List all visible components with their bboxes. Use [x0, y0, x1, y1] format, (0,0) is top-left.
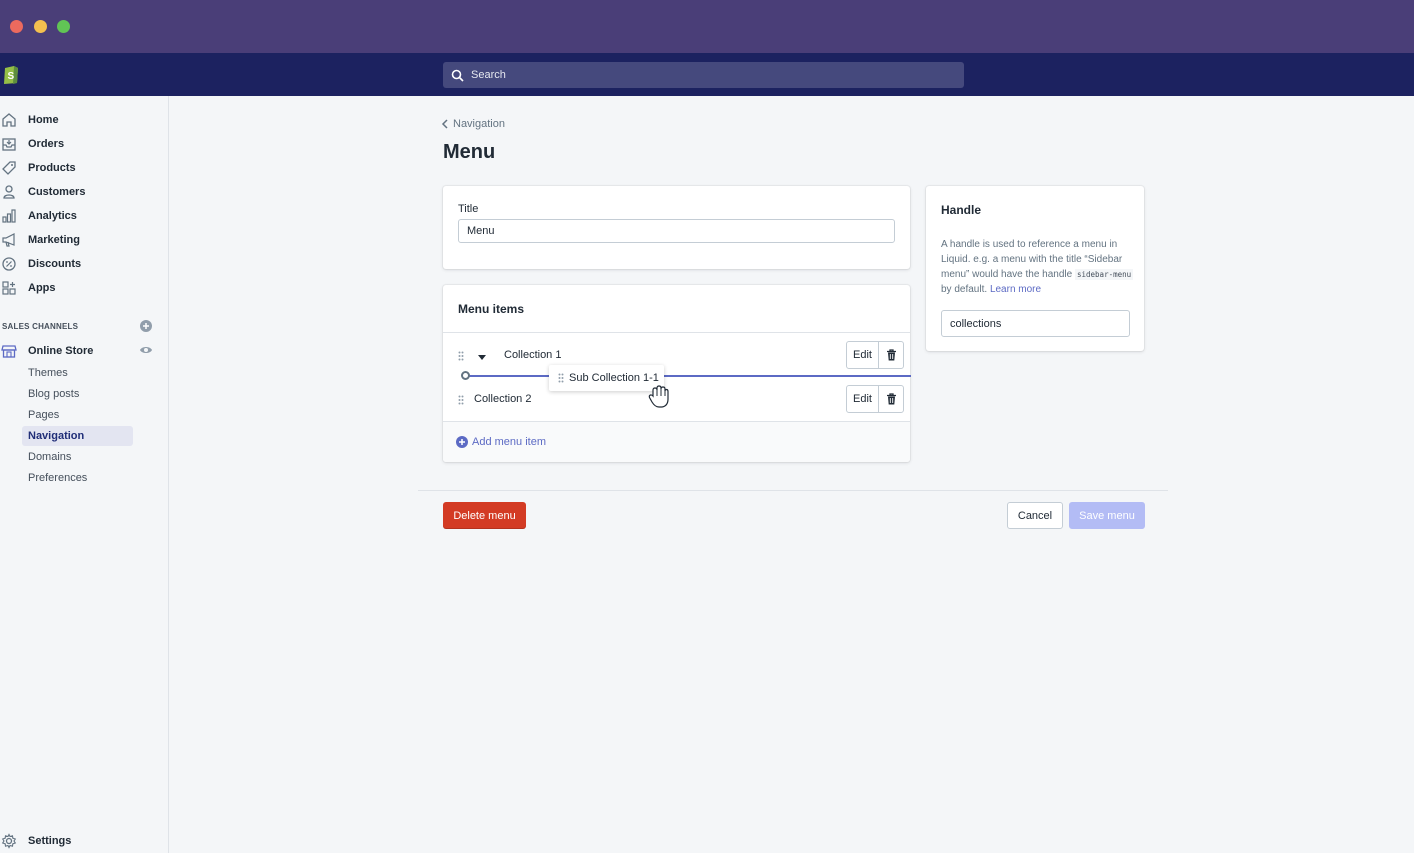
menu-items-heading: Menu items — [458, 302, 525, 316]
grab-cursor-icon — [647, 384, 671, 413]
edit-button[interactable]: Edit — [847, 342, 879, 368]
maximize-window-button[interactable] — [57, 20, 70, 33]
add-sales-channel-icon[interactable] — [140, 320, 152, 335]
search-bar[interactable]: Search — [443, 62, 964, 88]
tag-icon — [0, 158, 20, 178]
cancel-button[interactable]: Cancel — [1007, 502, 1063, 529]
divider — [418, 490, 1168, 491]
sidebar-subitem-pages[interactable]: Pages — [22, 405, 133, 425]
plus-circle-icon — [456, 436, 468, 448]
sidebar-item-marketing[interactable]: Marketing — [0, 230, 169, 250]
search-placeholder: Search — [471, 69, 506, 81]
sidebar-item-products[interactable]: Products — [0, 158, 169, 178]
divider — [443, 332, 910, 333]
handle-code-example: sidebar-menu — [1074, 269, 1134, 280]
store-icon — [0, 341, 20, 361]
handle-card: Handle A handle is used to reference a m… — [926, 186, 1144, 351]
close-window-button[interactable] — [10, 20, 23, 33]
drag-handle-icon[interactable] — [458, 395, 464, 408]
menu-item-actions: Edit — [846, 385, 904, 413]
edit-button[interactable]: Edit — [847, 386, 879, 412]
gear-icon — [0, 831, 20, 851]
chevron-left-icon — [441, 119, 448, 129]
drop-indicator-dot — [461, 371, 470, 380]
sidebar-subitem-navigation[interactable]: Navigation — [22, 426, 133, 446]
breadcrumb-link[interactable]: Navigation — [453, 118, 505, 130]
title-field-label: Title — [458, 203, 479, 215]
title-input[interactable] — [458, 219, 895, 243]
sidebar-item-discounts[interactable]: Discounts — [0, 254, 169, 274]
sidebar-item-analytics[interactable]: Analytics — [0, 206, 169, 226]
trash-icon[interactable] — [879, 386, 903, 412]
drag-handle-icon[interactable] — [458, 351, 464, 364]
discount-icon — [0, 254, 20, 274]
bar-chart-icon — [0, 206, 20, 226]
person-icon — [0, 182, 20, 202]
sidebar-item-apps[interactable]: Apps — [0, 278, 169, 298]
sidebar-subitem-domains[interactable]: Domains — [22, 447, 133, 467]
menu-items-card: Menu items Collection 1 Edit Collection … — [443, 285, 910, 462]
shopify-logo-icon[interactable]: S — [2, 63, 20, 85]
dragging-item-label: Sub Collection 1-1 — [569, 372, 659, 384]
drop-indicator-line — [464, 375, 911, 377]
window-titlebar — [0, 0, 1414, 53]
breadcrumb[interactable]: Navigation — [441, 118, 505, 130]
minimize-window-button[interactable] — [34, 20, 47, 33]
drag-handle-icon — [558, 373, 564, 383]
sidebar-subitem-themes[interactable]: Themes — [22, 363, 133, 383]
page-title: Menu — [443, 141, 496, 163]
caret-down-icon[interactable] — [478, 352, 486, 364]
sidebar-item-customers[interactable]: Customers — [0, 182, 169, 202]
svg-text:S: S — [8, 71, 15, 82]
menu-item-label: Collection 2 — [474, 393, 532, 405]
trash-icon[interactable] — [879, 342, 903, 368]
sidebar-item-home[interactable]: Home — [0, 110, 169, 130]
handle-title: Handle — [941, 203, 982, 217]
add-menu-item-button[interactable]: Add menu item — [456, 436, 546, 448]
view-store-eye-icon[interactable] — [139, 345, 153, 358]
handle-description: A handle is used to reference a menu in … — [941, 239, 1134, 295]
apps-icon — [0, 278, 20, 298]
menu-item-actions: Edit — [846, 341, 904, 369]
sidebar-item-settings[interactable]: Settings — [0, 831, 169, 851]
menu-item-label: Collection 1 — [504, 349, 562, 361]
sidebar: Home Orders Products Customers Analytics… — [0, 96, 169, 853]
orders-icon — [0, 134, 20, 154]
top-bar: S Search — [0, 53, 1414, 96]
handle-input[interactable] — [941, 310, 1130, 337]
search-icon — [451, 69, 464, 82]
sidebar-item-orders[interactable]: Orders — [0, 134, 169, 154]
save-menu-button[interactable]: Save menu — [1069, 502, 1145, 529]
delete-menu-button[interactable]: Delete menu — [443, 502, 526, 529]
sidebar-subitem-blog-posts[interactable]: Blog posts — [22, 384, 133, 404]
sales-channels-header: SALES CHANNELS — [2, 322, 79, 331]
learn-more-link[interactable]: Learn more — [990, 284, 1041, 295]
megaphone-icon — [0, 230, 20, 250]
title-card: Title — [443, 186, 910, 269]
add-menu-item-footer: Add menu item — [443, 421, 910, 462]
sidebar-subitem-preferences[interactable]: Preferences — [22, 468, 133, 488]
home-icon — [0, 110, 20, 130]
